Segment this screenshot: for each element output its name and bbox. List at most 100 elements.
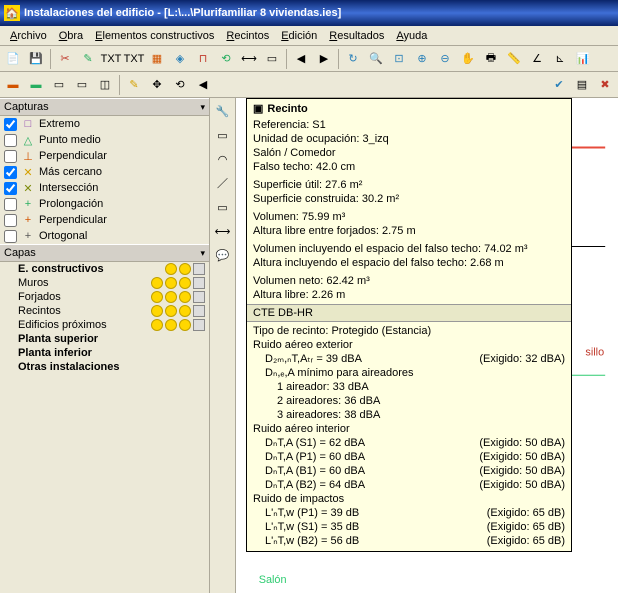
snap-checkbox[interactable]: [4, 182, 17, 195]
dim-icon[interactable]: ⟷: [238, 48, 260, 70]
slab2-icon[interactable]: ▭: [71, 74, 93, 96]
menu-resultados[interactable]: Resultados: [323, 28, 390, 44]
wall-icon[interactable]: ▬: [2, 74, 24, 96]
orbit-icon[interactable]: ⟲: [215, 48, 237, 70]
visibility-dot[interactable]: [179, 277, 191, 289]
layer-row[interactable]: Edificios próximos: [0, 318, 209, 332]
list-icon[interactable]: ▤: [571, 74, 593, 96]
dim-icon[interactable]: ⟷: [212, 220, 234, 242]
snap-checkbox[interactable]: [4, 230, 17, 243]
layer-row[interactable]: Muros: [0, 276, 209, 290]
visibility-dot[interactable]: [179, 291, 191, 303]
snap-row[interactable]: ✕Intersección: [0, 180, 209, 196]
layer-row[interactable]: Planta inferior: [0, 346, 209, 360]
zoom-out-icon[interactable]: ⊖: [434, 48, 456, 70]
pan-icon[interactable]: ✋: [457, 48, 479, 70]
layer-row[interactable]: Planta superior: [0, 332, 209, 346]
menu-ayuda[interactable]: Ayuda: [390, 28, 433, 44]
zoom-window-icon[interactable]: 🔍: [365, 48, 387, 70]
snap-row[interactable]: +Prolongación: [0, 196, 209, 212]
zoom-in-icon[interactable]: ⊕: [411, 48, 433, 70]
snap-icon: +: [21, 229, 35, 243]
wrench-icon[interactable]: 🔧: [212, 100, 234, 122]
rect-icon[interactable]: ▭: [212, 124, 234, 146]
cube-icon[interactable]: [193, 291, 205, 303]
grid-icon[interactable]: ▦: [146, 48, 168, 70]
txt-icon[interactable]: TXT: [100, 48, 122, 70]
layer-row[interactable]: Otras instalaciones: [0, 360, 209, 374]
slab-icon[interactable]: ▭: [48, 74, 70, 96]
rect2-icon[interactable]: ▭: [212, 196, 234, 218]
drawing-canvas[interactable]: sillo Salón ▣Recinto Referencia: S1 Unid…: [236, 98, 618, 593]
snap-row[interactable]: +Perpendicular: [0, 212, 209, 228]
back-icon[interactable]: ◀: [192, 74, 214, 96]
menu-obra[interactable]: Obra: [53, 28, 89, 44]
snap-checkbox[interactable]: [4, 214, 17, 227]
cube-icon[interactable]: [193, 263, 205, 275]
fit-icon[interactable]: ▭: [261, 48, 283, 70]
zoom-fit-icon[interactable]: ⊡: [388, 48, 410, 70]
move-icon[interactable]: ✥: [146, 74, 168, 96]
snap-checkbox[interactable]: [4, 166, 17, 179]
layer-icon[interactable]: ◈: [169, 48, 191, 70]
visibility-dot[interactable]: [165, 263, 177, 275]
visibility-dot[interactable]: [165, 319, 177, 331]
visibility-dot[interactable]: [151, 291, 163, 303]
txt2-icon[interactable]: TXT: [123, 48, 145, 70]
layer-name: Otras instalaciones: [4, 361, 205, 373]
comment-icon[interactable]: 💬: [212, 244, 234, 266]
snap-row[interactable]: +Ortogonal: [0, 228, 209, 244]
visibility-dot[interactable]: [179, 305, 191, 317]
visibility-dot[interactable]: [151, 319, 163, 331]
tooltip-altlibre: Altura libre entre forjados: 2.75 m: [253, 224, 565, 238]
arc-icon[interactable]: ◠: [212, 148, 234, 170]
nav-right-icon[interactable]: ▶: [313, 48, 335, 70]
cube-icon[interactable]: [193, 277, 205, 289]
capturas-header[interactable]: Capturas: [0, 98, 209, 116]
wall2-icon[interactable]: ▬: [25, 74, 47, 96]
line-icon[interactable]: ／: [212, 172, 234, 194]
ruler-icon[interactable]: 📏: [503, 48, 525, 70]
magnet-icon[interactable]: ⊓: [192, 48, 214, 70]
angle-icon[interactable]: ∠: [526, 48, 548, 70]
snap-checkbox[interactable]: [4, 134, 17, 147]
cube-icon[interactable]: [193, 319, 205, 331]
capas-header[interactable]: Capas: [0, 244, 209, 262]
snap-row[interactable]: □Extremo: [0, 116, 209, 132]
visibility-dot[interactable]: [151, 305, 163, 317]
layer-row[interactable]: E. constructivos: [0, 262, 209, 276]
chart-icon[interactable]: 📊: [572, 48, 594, 70]
tool-icon[interactable]: ✂: [54, 48, 76, 70]
room-icon[interactable]: ◫: [94, 74, 116, 96]
new-icon[interactable]: 📄: [2, 48, 24, 70]
visibility-dot[interactable]: [165, 277, 177, 289]
snap-row[interactable]: ⊥Perpendicular: [0, 148, 209, 164]
cube-icon[interactable]: [193, 305, 205, 317]
measure-icon[interactable]: ⊾: [549, 48, 571, 70]
visibility-dot[interactable]: [179, 319, 191, 331]
layer-row[interactable]: Forjados: [0, 290, 209, 304]
cancel-icon[interactable]: ✖: [594, 74, 616, 96]
nav-left-icon[interactable]: ◀: [290, 48, 312, 70]
visibility-dot[interactable]: [179, 263, 191, 275]
print-icon[interactable]: 🖶: [480, 48, 502, 70]
layer-row[interactable]: Recintos: [0, 304, 209, 318]
snap-checkbox[interactable]: [4, 150, 17, 163]
visibility-dot[interactable]: [165, 291, 177, 303]
refresh-icon[interactable]: ↻: [342, 48, 364, 70]
menu-recintos[interactable]: Recintos: [220, 28, 275, 44]
rotate-icon[interactable]: ⟲: [169, 74, 191, 96]
edit-icon[interactable]: ✎: [123, 74, 145, 96]
snap-row[interactable]: △Punto medio: [0, 132, 209, 148]
check-icon[interactable]: ✔: [548, 74, 570, 96]
visibility-dot[interactable]: [151, 277, 163, 289]
tool-icon[interactable]: ✎: [77, 48, 99, 70]
menu-archivo[interactable]: Archivo: [4, 28, 53, 44]
snap-row[interactable]: ✕Más cercano: [0, 164, 209, 180]
visibility-dot[interactable]: [165, 305, 177, 317]
snap-checkbox[interactable]: [4, 198, 17, 211]
save-icon[interactable]: 💾: [25, 48, 47, 70]
menu-elementos[interactable]: Elementos constructivos: [89, 28, 220, 44]
snap-checkbox[interactable]: [4, 118, 17, 131]
menu-edicion[interactable]: Edición: [275, 28, 323, 44]
